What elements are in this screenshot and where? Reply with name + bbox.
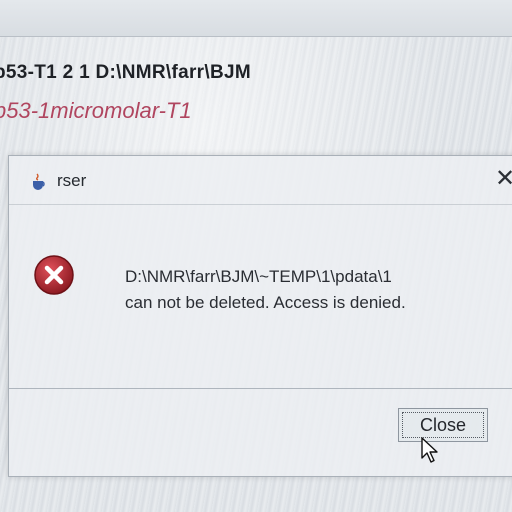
- background-dataset-path: p53-T1 2 1 D:\NMR\farr\BJM: [0, 62, 251, 83]
- error-icon: [33, 254, 75, 296]
- error-message-line: can not be deleted. Access is denied.: [125, 293, 406, 312]
- close-icon[interactable]: ✕: [491, 164, 512, 194]
- mouse-pointer-icon: [420, 436, 442, 464]
- background-dataset-title: p53-1micromolar-T1: [0, 98, 192, 123]
- dialog-titlebar[interactable]: rser ✕: [9, 156, 512, 205]
- close-button[interactable]: Close: [398, 408, 488, 442]
- java-cup-icon: [29, 172, 49, 192]
- dialog-separator: [9, 388, 512, 389]
- focus-ring: [402, 412, 484, 438]
- background-window-toolbar: [0, 0, 512, 37]
- error-dialog: rser ✕ D:\NMR\farr\BJM\~TEMP\1\pdata\1 c…: [8, 155, 512, 477]
- error-message-line: D:\NMR\farr\BJM\~TEMP\1\pdata\1: [125, 267, 392, 286]
- dialog-title: rser: [57, 171, 87, 190]
- error-message: D:\NMR\farr\BJM\~TEMP\1\pdata\1 can not …: [125, 264, 485, 316]
